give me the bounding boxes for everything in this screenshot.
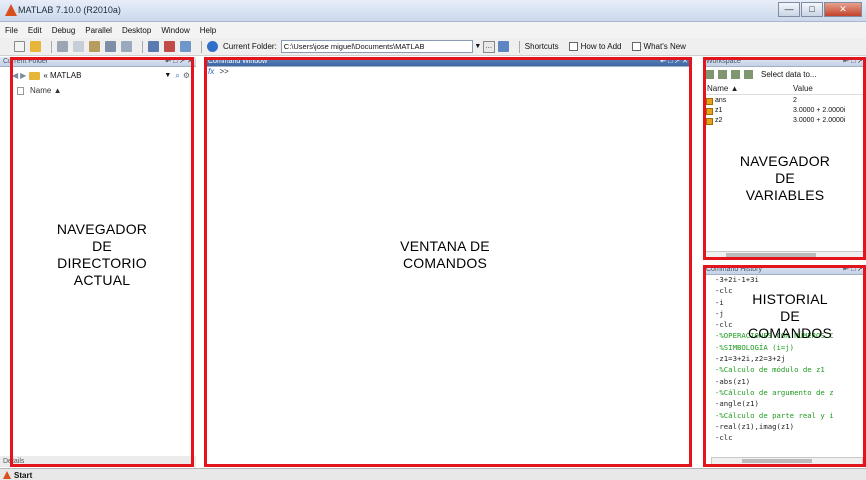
minimize-button[interactable]: —	[778, 2, 800, 17]
annotation-line: VARIABLES	[745, 187, 825, 203]
profiler-icon[interactable]	[180, 41, 191, 52]
paste-icon[interactable]	[89, 41, 100, 52]
menu-bar: File Edit Debug Parallel Desktop Window …	[0, 22, 866, 38]
current-folder-label: Current Folder:	[223, 42, 277, 51]
toolbar-separator	[518, 40, 520, 53]
annotation-line: VENTANA DE	[400, 238, 490, 254]
toolbar-separator	[142, 40, 143, 53]
menu-desktop[interactable]: Desktop	[117, 26, 156, 35]
menu-window[interactable]: Window	[156, 26, 194, 35]
matlab-logo-icon	[3, 471, 11, 479]
new-file-icon[interactable]	[14, 41, 25, 52]
whats-new-link[interactable]: What's New	[631, 42, 686, 51]
title-bar: MATLAB 7.10.0 (R2010a) — □ ✕	[0, 0, 866, 22]
help-icon[interactable]	[207, 41, 218, 52]
how-to-add-link[interactable]: How to Add	[568, 42, 622, 51]
command-history-annotation: HISTORIAL DE COMANDOS	[720, 291, 860, 342]
annotation-line: HISTORIAL	[752, 291, 828, 307]
toolbar-separator	[201, 40, 202, 53]
menu-file[interactable]: File	[0, 26, 23, 35]
menu-edit[interactable]: Edit	[23, 26, 47, 35]
annotation-line: NAVEGADOR	[56, 221, 148, 237]
shortcuts-label: Shortcuts	[524, 42, 559, 51]
undo-icon[interactable]	[105, 41, 116, 52]
menu-parallel[interactable]: Parallel	[80, 26, 117, 35]
workspace-annotation: NAVEGADOR DE VARIABLES	[706, 153, 864, 204]
browse-folder-button[interactable]: …	[482, 40, 495, 53]
annotation-line: DE	[92, 238, 112, 254]
toolbar-separator	[51, 40, 52, 53]
start-label: Start	[14, 470, 33, 480]
main-toolbar: Current Folder: C:\Users\jose miguel\Doc…	[0, 38, 866, 56]
maximize-button[interactable]: □	[801, 2, 823, 17]
menu-help[interactable]: Help	[195, 26, 221, 35]
annotation-line: COMANDOS	[747, 325, 833, 341]
annotation-line: ACTUAL	[73, 272, 131, 288]
annotation-line: COMANDOS	[402, 255, 488, 271]
matlab-logo-icon	[5, 4, 17, 16]
current-folder-annotation: NAVEGADOR DE DIRECTORIO ACTUAL	[14, 221, 190, 289]
redo-icon[interactable]	[121, 41, 132, 52]
shortcuts-link[interactable]: Shortcuts	[525, 42, 559, 51]
close-button[interactable]: ✕	[824, 2, 862, 17]
command-window-annotation: VENTANA DE COMANDOS	[300, 238, 590, 272]
current-folder-input[interactable]: C:\Users\jose miguel\Documents\MATLAB	[280, 40, 473, 53]
how-to-add-label: How to Add	[580, 42, 622, 51]
simulink-icon[interactable]	[148, 41, 159, 52]
window-title: MATLAB 7.10.0 (R2010a)	[18, 5, 121, 15]
annotation-line: DIRECTORIO	[57, 255, 147, 271]
annotation-line: NAVEGADOR	[739, 153, 831, 169]
shortcut-icon	[568, 42, 578, 51]
menu-debug[interactable]: Debug	[47, 26, 81, 35]
window-controls: — □ ✕	[777, 2, 862, 18]
annotation-line: DE	[780, 308, 800, 324]
shortcut-icon	[631, 42, 641, 51]
cut-icon[interactable]	[57, 41, 68, 52]
copy-icon[interactable]	[73, 41, 84, 52]
start-button[interactable]: Start	[3, 470, 32, 480]
guide-icon[interactable]	[164, 41, 175, 52]
whats-new-label: What's New	[643, 42, 686, 51]
open-folder-icon[interactable]	[30, 41, 41, 52]
chevron-down-icon[interactable]: ▼	[473, 43, 483, 50]
annotation-line: DE	[775, 170, 795, 186]
status-bar: Start	[0, 468, 866, 480]
up-folder-icon[interactable]	[497, 41, 509, 52]
